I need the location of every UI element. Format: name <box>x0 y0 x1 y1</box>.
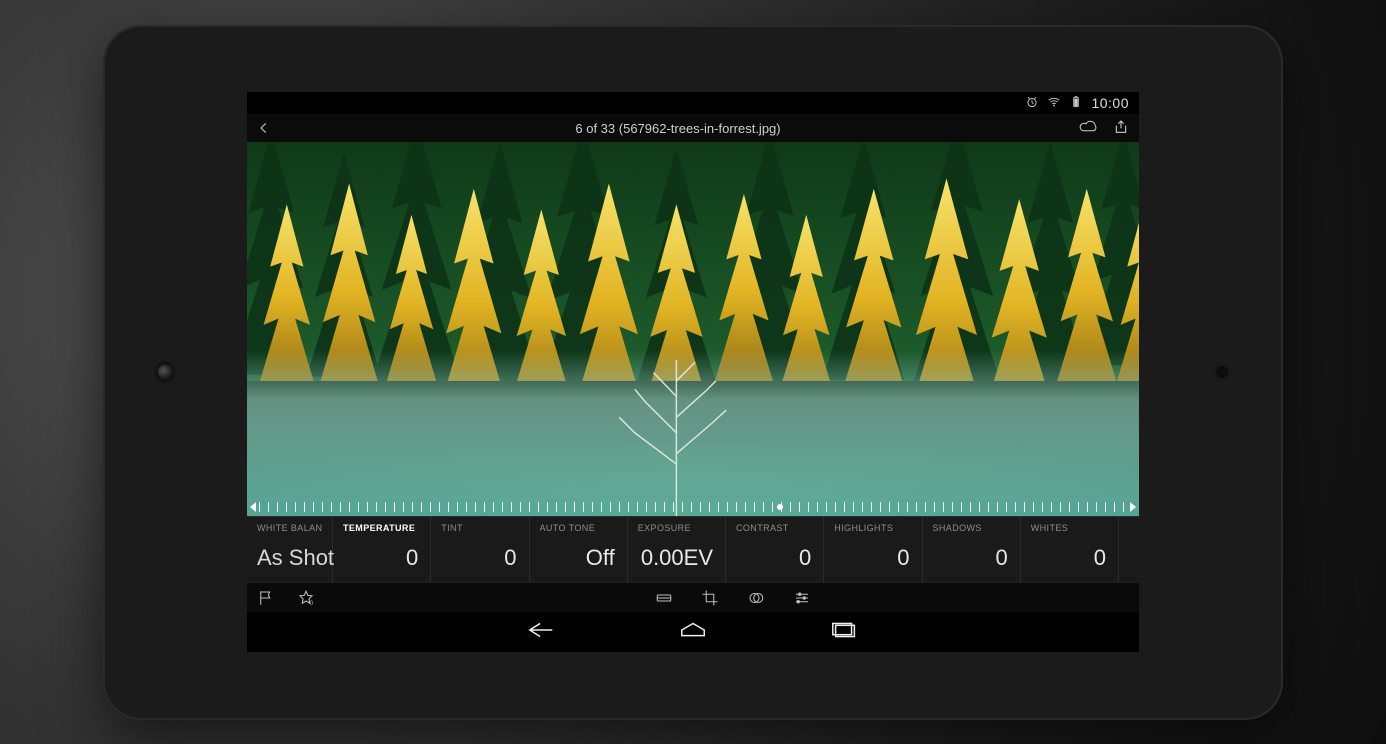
device-screen: 10:00 6 of 33 (567962-trees-in-forrest.j… <box>247 92 1139 652</box>
adjust-temp[interactable]: TEMPERATURE 0 <box>333 517 431 582</box>
photo-placeholder <box>247 142 1139 516</box>
adjust-tint[interactable]: TINT 0 <box>431 517 529 582</box>
bottom-toolbar: 0 <box>247 582 1139 612</box>
adjust-label: HIGHLIGHTS <box>834 523 911 533</box>
adjust-label: TEMPERATURE <box>343 523 420 533</box>
back-button[interactable] <box>257 121 277 135</box>
adjust-exposure[interactable]: EXPOSURE 0.00EV <box>628 517 726 582</box>
alarm-icon <box>1025 95 1039 112</box>
adjust-wb[interactable]: WHITE BALANCE As Shot <box>247 517 333 582</box>
adjust-autotone[interactable]: AUTO TONE Off <box>530 517 628 582</box>
adjust-label: CONTRAST <box>736 523 813 533</box>
adjust-blacks[interactable]: B <box>1119 517 1139 582</box>
front-camera <box>158 365 172 379</box>
adjust-label: AUTO TONE <box>540 523 617 533</box>
adjust-label: TINT <box>441 523 518 533</box>
nav-home-button[interactable] <box>672 615 714 650</box>
adjust-label: WHITE BALANCE <box>257 523 322 533</box>
adjust-whites[interactable]: WHITES 0 <box>1021 517 1119 582</box>
adjustment-row: WHITE BALANCE As Shot TEMPERATURE 0 TINT 0 AUT… <box>247 516 1139 582</box>
cloud-icon[interactable] <box>1079 119 1099 138</box>
android-status-bar: 10:00 <box>247 92 1139 114</box>
adjust-value: 0 <box>736 545 813 571</box>
svg-text:0: 0 <box>310 600 314 606</box>
adjust-value: 0 <box>343 545 420 571</box>
tablet-frame: 10:00 6 of 33 (567962-trees-in-forrest.j… <box>103 25 1283 720</box>
adjust-label: SHADOWS <box>933 523 1010 533</box>
image-title: 6 of 33 (567962-trees-in-forrest.jpg) <box>277 121 1079 136</box>
adjust-value: 0 <box>441 545 518 571</box>
adjust-value: 0 <box>1031 545 1108 571</box>
flag-icon[interactable] <box>257 589 275 607</box>
share-icon[interactable] <box>1113 119 1129 138</box>
photo-viewport[interactable] <box>247 142 1139 516</box>
app-title-bar: 6 of 33 (567962-trees-in-forrest.jpg) <box>247 114 1139 142</box>
filmstrip-icon[interactable] <box>655 589 673 607</box>
nav-recent-button[interactable] <box>824 615 866 650</box>
adjust-value: Off <box>540 545 617 571</box>
toolbar-center-group <box>655 589 811 607</box>
star-rating-icon[interactable]: 0 <box>297 589 315 607</box>
ambient-sensor <box>1216 366 1228 378</box>
crop-icon[interactable] <box>701 589 719 607</box>
adjust-contrast[interactable]: CONTRAST 0 <box>726 517 824 582</box>
adjust-label: EXPOSURE <box>638 523 715 533</box>
adjust-value: 0 <box>834 545 911 571</box>
adjust-sliders-icon[interactable] <box>793 589 811 607</box>
nav-back-button[interactable] <box>520 615 562 650</box>
adjust-value: 0 <box>933 545 1010 571</box>
wifi-icon <box>1047 95 1061 112</box>
battery-icon <box>1069 95 1083 112</box>
adjust-value: As Shot <box>257 545 322 571</box>
adjust-value: 0.00EV <box>638 545 715 571</box>
adjust-shadows[interactable]: SHADOWS 0 <box>923 517 1021 582</box>
status-clock: 10:00 <box>1091 95 1129 111</box>
android-nav-bar <box>247 612 1139 652</box>
presets-icon[interactable] <box>747 589 765 607</box>
adjust-label: WHITES <box>1031 523 1108 533</box>
adjust-highlights[interactable]: HIGHLIGHTS 0 <box>824 517 922 582</box>
